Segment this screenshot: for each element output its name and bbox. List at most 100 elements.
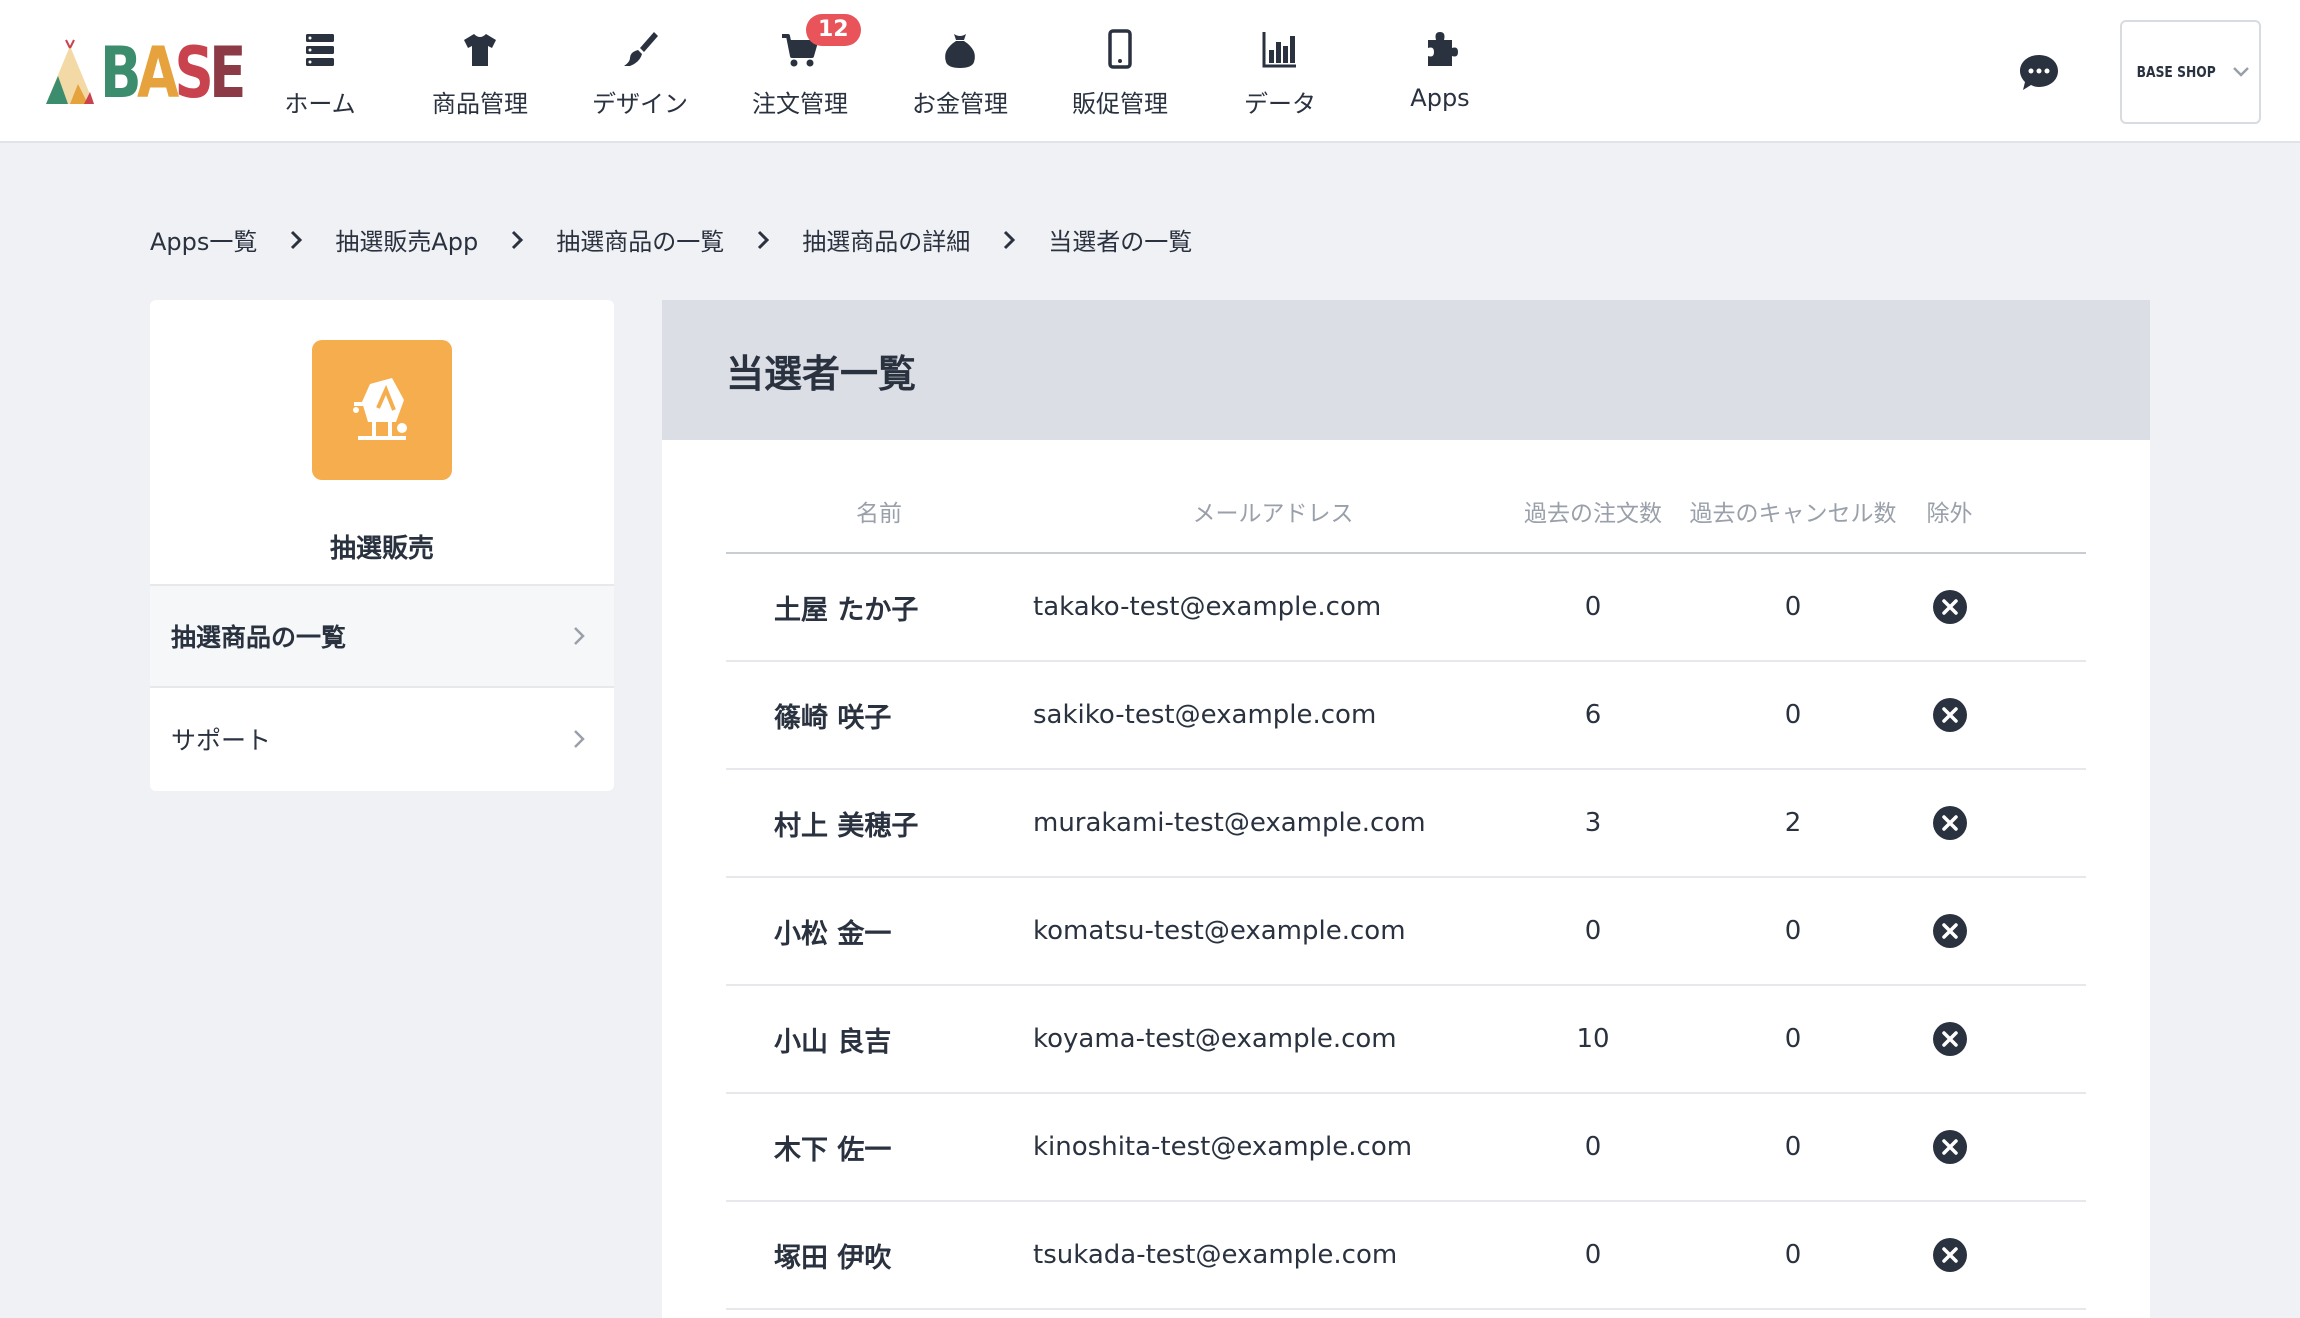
breadcrumb-lottery-app[interactable]: 抽選販売App	[335, 222, 478, 257]
exclude-close-icon[interactable]	[1932, 1129, 1968, 1165]
table-row: 村上 美穂子 murakami-test@example.com 3 2	[726, 770, 2086, 878]
base-logo[interactable]: BASE	[40, 36, 246, 108]
exclude-close-icon[interactable]	[1932, 805, 1968, 841]
nav-products[interactable]: 商品管理	[400, 0, 560, 143]
main-header: 当選者一覧	[662, 300, 2150, 440]
nav-data[interactable]: データ	[1200, 0, 1360, 143]
nav-design-label: デザイン	[592, 90, 688, 118]
nav-products-label: 商品管理	[432, 90, 528, 118]
winner-email: koyama-test@example.com	[1033, 1024, 1397, 1054]
table-row: 土屋 たか子 takako-test@example.com 0 0	[726, 554, 2086, 662]
winner-orders: 0	[1584, 592, 1602, 622]
chat-button[interactable]	[2018, 52, 2060, 94]
nav-design[interactable]: デザイン	[560, 0, 720, 143]
table-row: 篠崎 咲子 sakiko-test@example.com 6 0	[726, 662, 2086, 770]
brush-icon	[624, 32, 658, 66]
chevron-right-icon	[574, 730, 585, 748]
sidebar-item-product-list[interactable]: 抽選商品の一覧	[150, 586, 614, 688]
winner-name: 小山 良吉	[774, 1026, 892, 1058]
nav-promotion[interactable]: 販促管理	[1040, 0, 1200, 143]
nav-money[interactable]: お金管理	[880, 0, 1040, 143]
nav-apps-label: Apps	[1410, 84, 1470, 112]
winner-orders: 0	[1584, 916, 1602, 946]
chevron-right-icon	[758, 230, 770, 249]
bar-chart-icon	[1262, 32, 1296, 68]
shop-selector[interactable]: BASE SHOP	[2120, 20, 2261, 124]
column-header-exclude: 除外	[1926, 501, 1973, 527]
breadcrumb: Apps一覧 抽選販売App 抽選商品の一覧 抽選商品の詳細 当選者の一覧	[150, 222, 1192, 257]
home-icon	[306, 34, 334, 66]
main-nav: ホーム 商品管理 デザイン 12 注文管理 お金管理 販促管理 データ Apps	[240, 0, 1520, 143]
breadcrumb-product-detail[interactable]: 抽選商品の詳細	[802, 222, 970, 257]
exclude-close-icon[interactable]	[1932, 913, 1968, 949]
main-panel: 当選者一覧 名前 メールアドレス 過去の注文数 過去のキャンセル数 除外 土屋 …	[662, 300, 2150, 1318]
nav-promotion-label: 販促管理	[1072, 90, 1168, 118]
app-name: 抽選販売	[329, 534, 434, 564]
app-icon	[312, 340, 452, 480]
table-row: 木下 佐一 kinoshita-test@example.com 0 0	[726, 1094, 2086, 1202]
winner-orders: 10	[1576, 1024, 1610, 1054]
table-header: 名前 メールアドレス 過去の注文数 過去のキャンセル数 除外	[726, 494, 2086, 554]
sidebar-item-support[interactable]: サポート	[150, 688, 614, 790]
column-header-orders: 過去の注文数	[1524, 501, 1662, 527]
money-bag-icon	[945, 34, 975, 68]
winner-orders: 3	[1584, 808, 1602, 838]
page-title: 当選者一覧	[726, 351, 917, 396]
winner-name: 土屋 たか子	[774, 594, 919, 626]
winner-cancels: 0	[1784, 1240, 1802, 1270]
column-header-name: 名前	[856, 501, 902, 527]
sidebar-item-label: 抽選商品の一覧	[171, 623, 347, 652]
winner-orders: 6	[1584, 700, 1602, 730]
winner-name: 小松 金一	[774, 918, 892, 950]
exclude-close-icon[interactable]	[1932, 697, 1968, 733]
puzzle-icon	[1428, 32, 1458, 66]
nav-data-label: データ	[1244, 90, 1316, 118]
app-card: 抽選販売	[150, 300, 614, 586]
nav-money-label: お金管理	[912, 90, 1008, 118]
breadcrumb-apps[interactable]: Apps一覧	[150, 222, 257, 257]
winner-cancels: 2	[1784, 808, 1802, 838]
orders-count-badge: 12	[806, 14, 861, 46]
winner-email: sakiko-test@example.com	[1033, 700, 1377, 730]
exclude-close-icon[interactable]	[1932, 589, 1968, 625]
tshirt-icon	[464, 34, 496, 66]
column-header-cancels: 過去のキャンセル数	[1689, 501, 1897, 527]
smartphone-icon	[1108, 29, 1132, 69]
winner-cancels: 0	[1784, 916, 1802, 946]
winner-email: kinoshita-test@example.com	[1033, 1132, 1413, 1162]
chevron-down-icon	[2232, 67, 2249, 77]
winner-cancels: 0	[1784, 1024, 1802, 1054]
teepee-logo-icon	[46, 39, 94, 104]
breadcrumb-current: 当選者の一覧	[1048, 228, 1193, 256]
top-header: BASE ホーム 商品管理 デザイン 12 注文管理 お金管理 販促管理 データ…	[0, 0, 2300, 143]
logo-wordmark: BASE	[100, 32, 246, 114]
nav-orders[interactable]: 12 注文管理	[720, 0, 880, 143]
chat-bubble-icon	[2020, 55, 2058, 90]
winner-orders: 0	[1584, 1132, 1602, 1162]
exclude-close-icon[interactable]	[1932, 1237, 1968, 1273]
winner-email: takako-test@example.com	[1033, 592, 1382, 622]
table-row: 小山 良吉 koyama-test@example.com 10 0	[726, 986, 2086, 1094]
winner-name: 篠崎 咲子	[774, 702, 892, 734]
nav-apps[interactable]: Apps	[1360, 0, 1520, 143]
winner-email: murakami-test@example.com	[1033, 808, 1426, 838]
winner-orders: 0	[1584, 1240, 1602, 1270]
winner-name: 木下 佐一	[774, 1134, 892, 1166]
nav-home[interactable]: ホーム	[240, 0, 400, 143]
chevron-right-icon	[291, 230, 303, 249]
sidebar-item-label: サポート	[171, 726, 272, 755]
chevron-right-icon	[574, 627, 585, 645]
winner-cancels: 0	[1784, 700, 1802, 730]
winner-name: 塚田 伊吹	[774, 1242, 892, 1274]
shop-name: BASE SHOP	[2136, 63, 2217, 81]
winner-name: 村上 美穂子	[774, 810, 919, 842]
winner-email: tsukada-test@example.com	[1033, 1240, 1398, 1270]
nav-orders-label: 注文管理	[752, 90, 848, 118]
table-row: 小松 金一 komatsu-test@example.com 0 0	[726, 878, 2086, 986]
table-row: 塚田 伊吹 tsukada-test@example.com 0 0	[726, 1202, 2086, 1310]
breadcrumb-product-list[interactable]: 抽選商品の一覧	[556, 222, 724, 257]
exclude-close-icon[interactable]	[1932, 1021, 1968, 1057]
nav-home-label: ホーム	[284, 90, 356, 118]
app-sidebar: 抽選販売 抽選商品の一覧 サポート	[150, 300, 614, 791]
chevron-right-icon	[512, 230, 524, 249]
